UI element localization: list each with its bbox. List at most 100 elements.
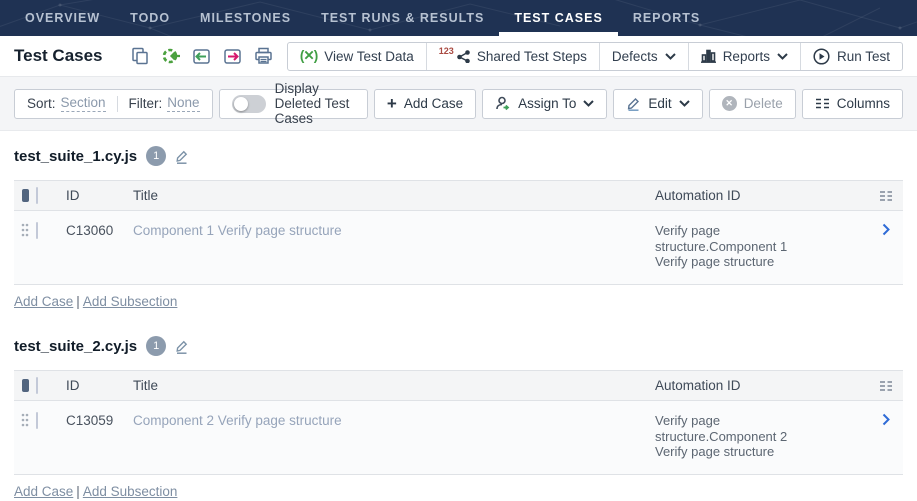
case-title-link[interactable]: Component 2 Verify page structure [133, 413, 342, 428]
select-all-handle [14, 189, 36, 202]
run-test-button[interactable]: Run Test [800, 43, 902, 70]
sync-green-icon[interactable] [160, 45, 182, 67]
row-checkbox[interactable] [36, 412, 38, 429]
chevron-down-icon [583, 100, 594, 107]
tab-overview[interactable]: OVERVIEW [10, 0, 115, 36]
delete-button[interactable]: ✕ Delete [709, 89, 796, 119]
select-all-checkbox[interactable] [36, 187, 38, 204]
section-name: test_suite_1.cy.js [14, 148, 137, 165]
section-header: test_suite_2.cy.js 1 [14, 335, 903, 357]
table-header-row: ID Title Automation ID [14, 181, 903, 211]
case-count-badge[interactable]: 1 [146, 336, 166, 356]
reports-dropdown-button[interactable]: Reports [688, 43, 800, 70]
sort-filter-box: Sort: Section Filter: None [14, 89, 213, 119]
automation-id-value: Verify page structure.Component 1 Verify… [655, 211, 810, 270]
import-tray-icon[interactable] [191, 45, 213, 67]
delete-label: Delete [744, 96, 783, 111]
view-test-data-icon: (✕) [300, 48, 317, 64]
shared-test-steps-label: Shared Test Steps [477, 49, 587, 64]
automation-id-value: Verify page structure.Component 2 Verify… [655, 401, 810, 460]
tab-reports[interactable]: REPORTS [618, 0, 715, 36]
reports-label: Reports [723, 49, 770, 64]
add-subsection-link[interactable]: Add Subsection [83, 484, 178, 499]
edit-dropdown-button[interactable]: Edit [613, 89, 702, 119]
section-test-suite-1: test_suite_1.cy.js 1 ID Title Automation… [14, 145, 903, 309]
col-title: Title [133, 378, 655, 393]
add-case-button[interactable]: + Add Case [374, 89, 476, 119]
tab-test-runs-results[interactable]: TEST RUNS & RESULTS [306, 0, 499, 36]
drag-dots-icon [21, 413, 29, 427]
table-header-row: ID Title Automation ID [14, 371, 903, 401]
tab-milestones[interactable]: MILESTONES [185, 0, 306, 36]
link-separator: | [76, 484, 80, 499]
add-case-label: Add Case [404, 96, 463, 111]
tab-todo[interactable]: TODO [115, 0, 185, 36]
edit-pencil-icon [626, 96, 641, 111]
row-checkbox-cell [36, 401, 66, 428]
row-checkbox[interactable] [36, 222, 38, 239]
view-test-data-button[interactable]: (✕) View Test Data [288, 43, 426, 70]
select-all-bar-icon[interactable] [22, 379, 29, 392]
top-nav: OVERVIEW TODO MILESTONES TEST RUNS & RES… [0, 0, 917, 36]
shared-test-steps-button[interactable]: 123 Shared Test Steps [426, 43, 599, 70]
edit-section-pencil-icon[interactable] [175, 149, 189, 164]
column-settings-icon[interactable] [869, 380, 903, 392]
header-checkbox-cell [36, 378, 66, 393]
case-id: C13060 [66, 211, 133, 238]
table-row: C13060 Component 1 Verify page structure… [14, 211, 903, 284]
shared-steps-icon [457, 50, 470, 63]
select-all-bar-icon[interactable] [22, 189, 29, 202]
display-deleted-toggle[interactable] [232, 95, 266, 113]
sort-label: Sort: [27, 96, 56, 111]
case-id: C13059 [66, 401, 133, 428]
assign-to-dropdown-button[interactable]: Assign To [482, 89, 607, 119]
plus-icon: + [387, 95, 397, 112]
select-all-checkbox[interactable] [36, 377, 38, 394]
toolbar-actions: + Add Case Assign To Edit ✕ [368, 89, 903, 119]
assign-to-label: Assign To [518, 96, 576, 111]
cases-table: ID Title Automation ID [14, 370, 903, 475]
play-circle-icon [813, 48, 830, 65]
col-title: Title [133, 188, 655, 203]
edit-section-pencil-icon[interactable] [175, 339, 189, 354]
header-checkbox-cell [36, 188, 66, 203]
header-icon-strip [129, 45, 275, 67]
open-case-chevron-icon[interactable] [869, 211, 903, 236]
export-tray-icon[interactable] [222, 45, 244, 67]
shared-steps-123-badge: 123 [439, 46, 454, 56]
case-count-badge[interactable]: 1 [146, 146, 166, 166]
columns-icon [815, 97, 830, 110]
header-button-group: (✕) View Test Data 123 Shared Test Steps… [287, 42, 903, 71]
section-header: test_suite_1.cy.js 1 [14, 145, 903, 167]
tab-test-cases[interactable]: TEST CASES [499, 0, 618, 36]
row-drag-handle[interactable] [14, 401, 36, 427]
open-case-chevron-icon[interactable] [869, 401, 903, 426]
sort-value-link[interactable]: Section [61, 95, 106, 112]
link-separator: | [76, 294, 80, 309]
copy-icon[interactable] [129, 45, 151, 67]
add-case-link[interactable]: Add Case [14, 484, 73, 499]
section-footer-links: Add Case|Add Subsection [14, 484, 903, 499]
case-title-link[interactable]: Component 1 Verify page structure [133, 223, 342, 238]
print-icon[interactable] [253, 45, 275, 67]
col-id: ID [66, 188, 133, 203]
row-drag-handle[interactable] [14, 211, 36, 237]
col-automation-id: Automation ID [655, 378, 869, 393]
drag-dots-icon [21, 223, 29, 237]
columns-label: Columns [837, 96, 890, 111]
defects-dropdown-button[interactable]: Defects [599, 43, 688, 70]
section-footer-links: Add Case|Add Subsection [14, 294, 903, 309]
add-case-link[interactable]: Add Case [14, 294, 73, 309]
delete-x-icon: ✕ [722, 96, 737, 111]
page-header: Test Cases [0, 36, 917, 77]
section-name: test_suite_2.cy.js [14, 338, 137, 355]
chevron-down-icon [665, 53, 676, 60]
toolbar: Sort: Section Filter: None Display Delet… [0, 77, 917, 131]
columns-button[interactable]: Columns [802, 89, 903, 119]
filter-value-link[interactable]: None [167, 95, 199, 112]
page-title: Test Cases [14, 46, 103, 66]
column-settings-icon[interactable] [869, 190, 903, 202]
add-subsection-link[interactable]: Add Subsection [83, 294, 178, 309]
content-area: test_suite_1.cy.js 1 ID Title Automation… [0, 145, 917, 499]
chevron-down-icon [777, 53, 788, 60]
